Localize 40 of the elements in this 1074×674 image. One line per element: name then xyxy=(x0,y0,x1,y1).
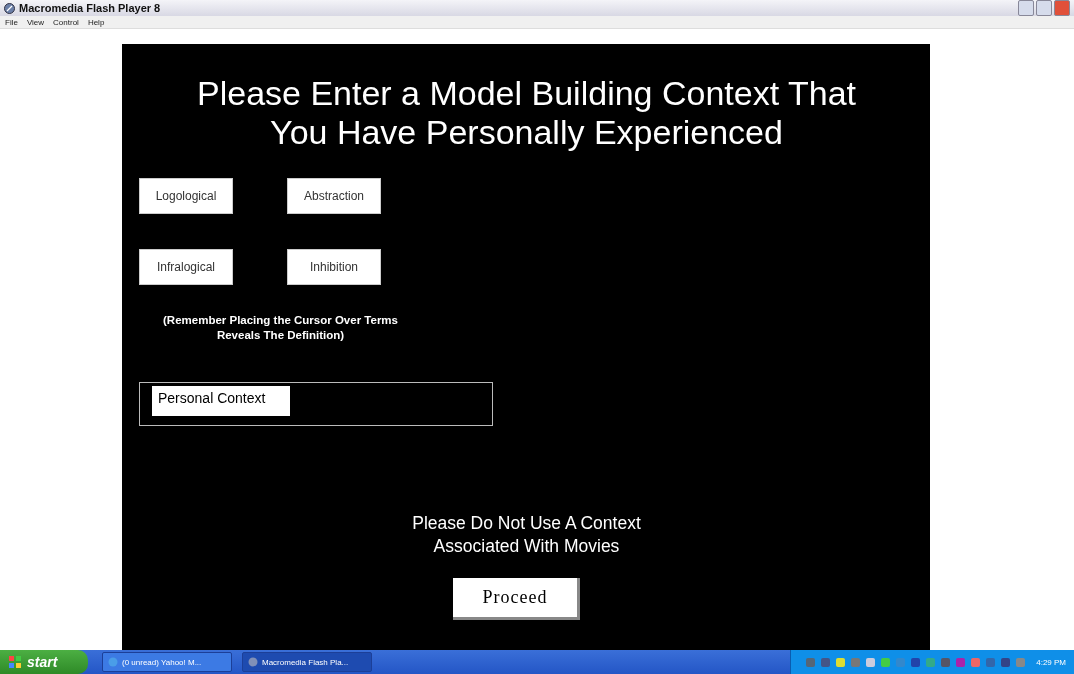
tray-icon[interactable] xyxy=(985,656,997,668)
tray-icon[interactable] xyxy=(970,656,982,668)
maximize-button[interactable] xyxy=(1036,0,1052,16)
tray-icon[interactable] xyxy=(820,656,832,668)
page-heading: Please Enter a Model Building Context That You Have Personally Experienced xyxy=(196,74,857,152)
tray-icon[interactable] xyxy=(940,656,952,668)
proceed-button[interactable]: Proceed xyxy=(453,578,580,620)
notice-text: Please Do Not Use A Context Associated With Movies xyxy=(411,512,642,558)
menu-item[interactable]: Help xyxy=(87,17,105,27)
tray-icon[interactable] xyxy=(805,656,817,668)
hint-text: (Remember Placing the Cursor Over Terms Reveals The Definition) xyxy=(162,313,399,343)
tray-icon[interactable] xyxy=(925,656,937,668)
term-button[interactable]: Inhibition xyxy=(287,249,381,285)
menu-item[interactable]: File xyxy=(5,17,18,27)
field-label: Personal Context xyxy=(152,386,290,416)
term-button[interactable]: Abstraction xyxy=(287,178,381,214)
tray-icon[interactable] xyxy=(865,656,877,668)
window-title: Macromedia Flash Player 8 xyxy=(19,2,161,14)
app-icon xyxy=(248,657,258,667)
menu-item[interactable]: Control xyxy=(53,17,79,27)
close-button[interactable] xyxy=(1054,0,1070,16)
app-icon xyxy=(108,657,118,667)
tray-icon[interactable] xyxy=(835,656,847,668)
tray-icon[interactable] xyxy=(850,656,862,668)
menu-item[interactable]: View xyxy=(26,17,45,27)
term-button[interactable]: Infralogical xyxy=(139,249,233,285)
tray-icon[interactable] xyxy=(910,656,922,668)
taskbar-task[interactable]: (0 unread) Yahoo! M... xyxy=(102,652,232,672)
tray-icon[interactable] xyxy=(955,656,967,668)
clock: 4:29 PM xyxy=(1036,657,1066,667)
term-button[interactable]: Logological xyxy=(139,178,233,214)
taskbar-task[interactable]: Macromedia Flash Pla... xyxy=(242,652,372,672)
start-button[interactable]: start xyxy=(0,650,88,674)
tray-icon[interactable] xyxy=(1000,656,1012,668)
tray-icon[interactable] xyxy=(880,656,892,668)
flash-player-icon xyxy=(4,2,15,14)
windows-logo-icon xyxy=(8,655,22,669)
tray-icon[interactable] xyxy=(895,656,907,668)
minimize-button[interactable] xyxy=(1018,0,1034,16)
context-input-field[interactable]: Personal Context xyxy=(139,382,493,426)
